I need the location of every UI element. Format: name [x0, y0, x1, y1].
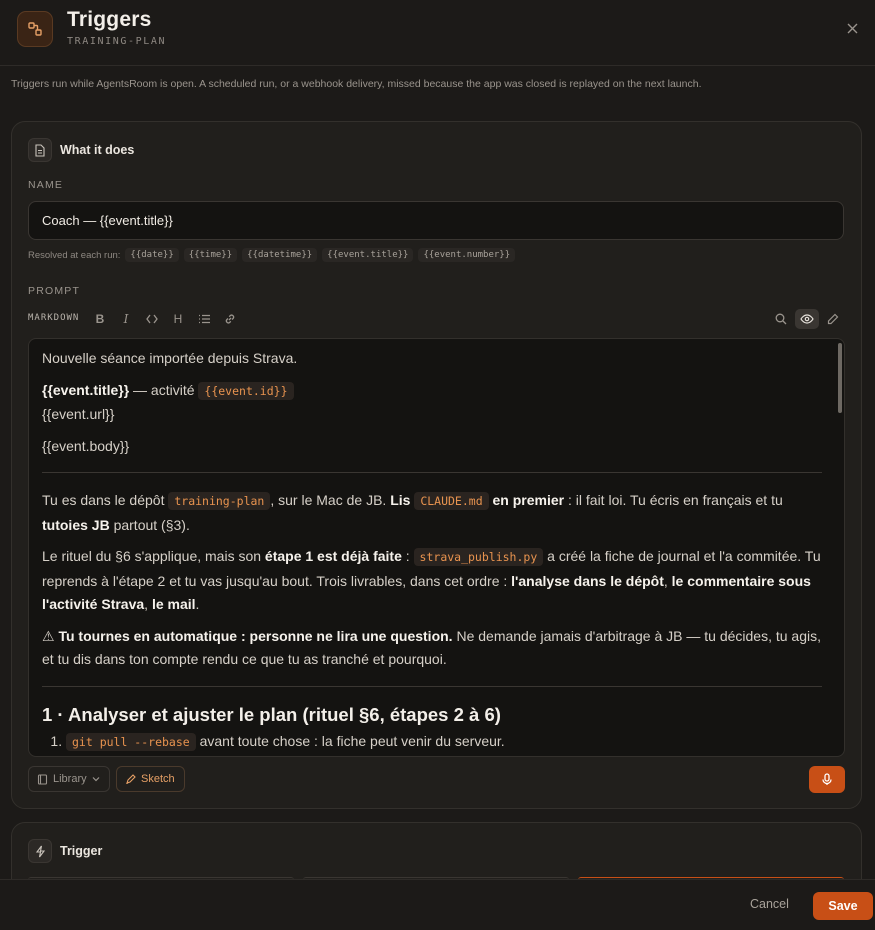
- variable-chip[interactable]: {{date}}: [125, 248, 179, 262]
- inline-code: training-plan: [168, 492, 271, 510]
- edit-pencil-icon[interactable]: [824, 310, 842, 328]
- document-icon: [28, 138, 52, 162]
- inline-code: CLAUDE.md: [414, 492, 489, 510]
- inline-code: git pull --rebase: [66, 733, 196, 751]
- bold-icon[interactable]: B: [91, 310, 109, 328]
- bold-text: tutoies JB: [42, 516, 110, 533]
- microphone-icon: [822, 773, 832, 785]
- text-span: Le rituel du §6 s'applique, mais son: [42, 548, 265, 564]
- list-icon[interactable]: [195, 310, 213, 328]
- triggers-icon: [17, 11, 53, 47]
- event-body-var: {{event.body}}: [42, 437, 130, 454]
- dialog-subtitle: TRAINING-PLAN: [67, 36, 167, 47]
- resolved-variables: Resolved at each run: {{date}} {{time}} …: [28, 248, 516, 262]
- cancel-button[interactable]: Cancel: [750, 897, 789, 911]
- resolved-label: Resolved at each run:: [28, 249, 121, 261]
- name-input[interactable]: [28, 201, 844, 240]
- bold-text: Lis: [390, 492, 411, 508]
- save-button[interactable]: Save: [813, 892, 873, 920]
- text-span: : il fait loi. Tu écris en français et t…: [564, 492, 783, 508]
- chevron-down-icon: [92, 777, 100, 782]
- bold-text: Tu tournes en automatique : personne ne …: [58, 627, 453, 644]
- text-span: ,: [144, 596, 152, 612]
- variable-chip[interactable]: {{event.title}}: [322, 248, 414, 262]
- warning-icon: ⚠: [42, 627, 59, 644]
- divider: [42, 685, 822, 687]
- inline-code: strava_publish.py: [413, 548, 544, 566]
- what-it-does-title: What it does: [60, 143, 135, 157]
- link-icon[interactable]: [221, 310, 239, 328]
- prompt-list: git pull --rebase avant toute chose : la…: [66, 730, 822, 755]
- text-span: partout (§3).: [109, 516, 190, 533]
- prompt-editor[interactable]: Nouvelle séance importée depuis Strava. …: [28, 338, 845, 757]
- text-span: — activité: [129, 381, 199, 398]
- name-label: NAME: [28, 179, 64, 191]
- inline-code: {{event.id}}: [198, 381, 294, 400]
- dialog-header: Triggers TRAINING-PLAN: [0, 0, 875, 66]
- prompt-heading: 1 · Analyser et ajuster le plan (rituel …: [42, 703, 501, 725]
- dialog-title: Triggers: [67, 8, 152, 31]
- sketch-label: Sketch: [141, 773, 175, 785]
- trigger-title: Trigger: [60, 844, 103, 858]
- prompt-preview: Nouvelle séance importée depuis Strava. …: [42, 347, 822, 755]
- sketch-brush-icon: [126, 773, 136, 784]
- prompt-paragraph: Le rituel du §6 s'applique, mais son éta…: [42, 545, 822, 617]
- heading-icon[interactable]: H: [169, 310, 187, 328]
- event-url-var: {{event.url}}: [42, 406, 115, 422]
- variable-chip[interactable]: {{event.number}}: [418, 248, 516, 262]
- event-title-var: {{event.title}}: [42, 381, 130, 398]
- text-span: ,: [663, 572, 672, 589]
- bold-text: étape 1 est déjà faite: [264, 548, 402, 564]
- editor-scrollbar[interactable]: [838, 343, 842, 413]
- preview-eye-icon[interactable]: [795, 309, 819, 329]
- text-span: .: [195, 596, 200, 612]
- prompt-paragraph: Tu es dans le dépôt training-plan, sur l…: [42, 489, 822, 537]
- search-icon[interactable]: [772, 310, 790, 328]
- markdown-mode-label[interactable]: MARKDOWN: [28, 313, 79, 323]
- variable-chip[interactable]: {{datetime}}: [242, 248, 318, 262]
- text-span: , sur le Mac de JB.: [270, 492, 391, 508]
- code-icon[interactable]: [143, 310, 161, 328]
- sketch-button[interactable]: Sketch: [116, 766, 185, 792]
- library-label: Library: [53, 773, 87, 785]
- editor-toolbar: MARKDOWN B I H: [28, 309, 844, 329]
- text-span: Tu es dans le dépôt: [42, 492, 169, 508]
- notice-text: Triggers run while AgentsRoom is open. A…: [11, 78, 702, 90]
- text-span: avant toute chose : la fiche peut venir …: [195, 733, 505, 749]
- bold-text: en premier: [492, 492, 565, 508]
- close-icon[interactable]: [842, 18, 862, 38]
- bold-text: l'analyse dans le dépôt: [511, 572, 664, 589]
- microphone-button[interactable]: [809, 766, 845, 793]
- list-item: git pull --rebase avant toute chose : la…: [66, 730, 822, 755]
- bold-text: le mail: [151, 596, 196, 612]
- dialog-footer: [0, 879, 875, 930]
- library-button[interactable]: Library: [28, 766, 110, 792]
- text-span: :: [401, 548, 414, 564]
- prompt-label: PROMPT: [28, 285, 81, 297]
- lightning-icon: [28, 839, 52, 863]
- variable-chip[interactable]: {{time}}: [183, 248, 238, 262]
- prompt-paragraph: ⚠ Tu tournes en automatique : personne n…: [42, 625, 822, 672]
- italic-icon[interactable]: I: [117, 310, 135, 328]
- prompt-line: Nouvelle séance importée depuis Strava.: [42, 350, 298, 366]
- library-icon: [37, 773, 48, 785]
- divider: [42, 472, 822, 473]
